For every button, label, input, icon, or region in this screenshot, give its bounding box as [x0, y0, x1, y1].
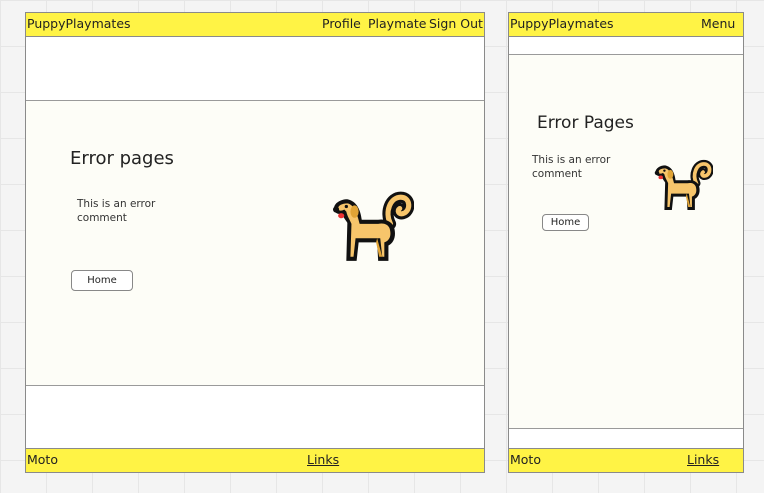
error-comment-line1: This is an error: [532, 154, 611, 166]
mobile-wireframe: PuppyPlaymates Menu Error Pages This is …: [508, 12, 744, 473]
error-content-section: Error Pages This is an error comment Hom…: [509, 54, 743, 429]
dog-icon: [330, 189, 414, 265]
error-comment: This is an error comment: [77, 197, 155, 225]
footer-links-link[interactable]: Links: [307, 449, 339, 471]
brand-logo[interactable]: PuppyPlaymates: [27, 13, 131, 35]
error-comment-line1: This is an error: [77, 198, 156, 210]
footer-links-link[interactable]: Links: [687, 449, 719, 471]
footer-brand: Moto: [27, 452, 58, 467]
home-button[interactable]: Home: [71, 270, 133, 291]
desktop-wireframe: PuppyPlaymates Profile Playmate Sign Out…: [25, 12, 485, 473]
footer: Moto Links: [509, 448, 743, 472]
navbar: PuppyPlaymates Profile Playmate Sign Out: [26, 13, 484, 37]
error-comment: This is an error comment: [532, 153, 610, 181]
error-content-section: Error pages This is an error comment Hom…: [26, 100, 484, 386]
nav-link-profile[interactable]: Profile: [322, 13, 361, 35]
navbar: PuppyPlaymates Menu: [509, 13, 743, 37]
error-comment-line2: comment: [77, 212, 127, 224]
error-comment-line2: comment: [532, 168, 582, 180]
page-title: Error Pages: [537, 113, 634, 133]
home-button[interactable]: Home: [542, 214, 589, 231]
page-title: Error pages: [70, 148, 174, 169]
nav-link-playmate[interactable]: Playmate: [368, 13, 427, 35]
brand-logo[interactable]: PuppyPlaymates: [510, 13, 614, 35]
footer-brand: Moto: [510, 452, 541, 467]
dog-icon: [653, 158, 713, 213]
menu-button[interactable]: Menu: [701, 13, 735, 35]
footer: Moto Links: [26, 448, 484, 472]
nav-link-sign-out[interactable]: Sign Out: [429, 13, 483, 35]
